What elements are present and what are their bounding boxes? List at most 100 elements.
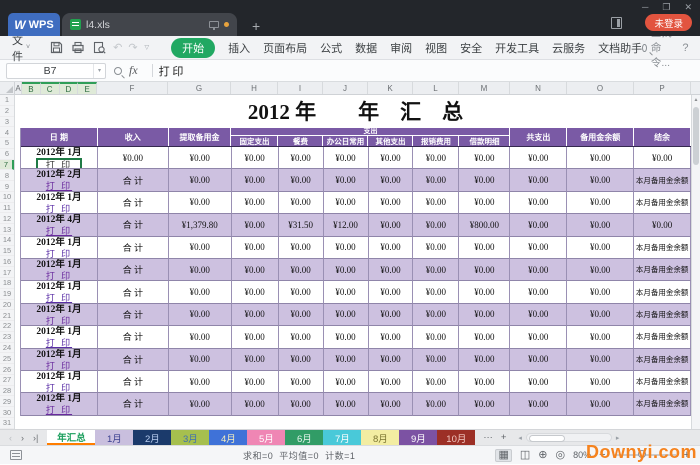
print-button[interactable] xyxy=(71,41,85,55)
print-link[interactable]: 打 印 xyxy=(46,338,72,348)
value-cell[interactable]: ¥0.00 xyxy=(232,326,279,348)
print-link[interactable]: 打 印 xyxy=(46,361,72,371)
header-total-expense[interactable]: 共支出 xyxy=(510,128,567,146)
value-cell[interactable]: ¥0.00 xyxy=(413,237,459,259)
value-cell[interactable]: ¥0.00 xyxy=(510,349,567,371)
value-cell[interactable]: ¥0.00 xyxy=(169,304,232,326)
vertical-scrollbar[interactable]: ▲ xyxy=(691,95,700,429)
date-cell[interactable]: 2012年 1月打 印 xyxy=(21,237,98,259)
value-cell[interactable]: ¥0.00 xyxy=(169,349,232,371)
sheet-tab-2月[interactable]: 2月 xyxy=(133,430,171,445)
value-cell[interactable]: ¥0.00 xyxy=(324,259,369,281)
value-cell[interactable]: ¥0.00 xyxy=(369,393,414,415)
date-cell[interactable]: 2012年 4月打 印 xyxy=(21,214,98,236)
header-expense-col-5[interactable]: 报销费用 xyxy=(413,136,459,146)
ribbon-tab-安全[interactable]: 安全 xyxy=(460,40,482,56)
ribbon-tab-公式[interactable]: 公式 xyxy=(320,40,342,56)
value-cell[interactable]: ¥0.00 xyxy=(324,349,369,371)
row-header-19[interactable]: 19 xyxy=(0,289,14,300)
value-cell[interactable]: 合 计 xyxy=(98,371,169,393)
column-header-O[interactable]: O xyxy=(567,82,634,94)
redo-icon[interactable]: ↷ xyxy=(128,41,137,54)
row-header-3[interactable]: 3 xyxy=(0,117,14,128)
value-cell[interactable]: ¥0.00 xyxy=(279,304,324,326)
value-cell[interactable]: ¥0.00 xyxy=(169,192,232,214)
value-cell[interactable]: ¥0.00 xyxy=(413,214,459,236)
magnifier-icon[interactable] xyxy=(114,67,122,75)
value-cell[interactable]: ¥0.00 xyxy=(459,259,510,281)
value-cell[interactable]: ¥0.00 xyxy=(510,192,567,214)
print-preview-button[interactable] xyxy=(93,41,106,55)
column-header-A[interactable]: A xyxy=(15,82,22,94)
next-sheet-icon[interactable]: › xyxy=(21,433,24,443)
header-expense-col-1[interactable]: 固定支出 xyxy=(231,136,278,146)
value-cell[interactable]: 本月备用金余额 xyxy=(634,393,691,415)
value-cell[interactable]: ¥0.00 xyxy=(510,169,567,191)
column-header-L[interactable]: L xyxy=(413,82,459,94)
value-cell[interactable]: ¥0.00 xyxy=(232,259,279,281)
row-header-27[interactable]: 27 xyxy=(0,375,14,386)
value-cell[interactable]: ¥0.00 xyxy=(459,349,510,371)
row-header-7[interactable]: 7 xyxy=(0,160,14,171)
row-header-6[interactable]: 6 xyxy=(0,149,14,160)
row-header-15[interactable]: 15 xyxy=(0,246,14,257)
row-header-28[interactable]: 28 xyxy=(0,386,14,397)
value-cell[interactable]: ¥0.00 xyxy=(232,214,279,236)
header-income[interactable]: 收入 xyxy=(98,128,169,146)
value-cell[interactable]: ¥0.00 xyxy=(232,393,279,415)
value-cell[interactable]: ¥12.00 xyxy=(324,214,369,236)
column-header-P[interactable]: P xyxy=(634,82,691,94)
save-button[interactable] xyxy=(50,41,63,55)
sidebar-dock-icon[interactable] xyxy=(611,17,622,29)
date-cell[interactable]: 2012年 1月打 印 xyxy=(21,393,98,415)
value-cell[interactable]: ¥0.00 xyxy=(413,326,459,348)
value-cell[interactable]: ¥0.00 xyxy=(510,304,567,326)
header-reserve-balance[interactable]: 备用金余额 xyxy=(567,128,634,146)
value-cell[interactable]: ¥0.00 xyxy=(279,393,324,415)
print-link[interactable]: 打 印 xyxy=(46,226,72,236)
value-cell[interactable]: 本月备用金余额 xyxy=(634,259,691,281)
value-cell[interactable]: ¥0.00 xyxy=(413,349,459,371)
value-cell[interactable]: ¥0.00 xyxy=(369,192,414,214)
row-header-30[interactable]: 30 xyxy=(0,407,14,418)
value-cell[interactable]: ¥0.00 xyxy=(232,192,279,214)
scroll-up-icon[interactable]: ▲ xyxy=(692,95,700,105)
value-cell[interactable]: 本月备用金余额 xyxy=(634,349,691,371)
name-box[interactable]: B7 ▾ xyxy=(6,63,106,79)
value-cell[interactable]: ¥0.00 xyxy=(369,147,414,169)
value-cell[interactable]: ¥0.00 xyxy=(369,304,414,326)
ribbon-tab-数据[interactable]: 数据 xyxy=(355,40,377,56)
date-cell[interactable]: 2012年 1月打 印 xyxy=(21,304,98,326)
value-cell[interactable]: ¥0.00 xyxy=(510,214,567,236)
header-date[interactable]: 日 期 xyxy=(21,128,98,146)
value-cell[interactable]: ¥0.00 xyxy=(324,169,369,191)
more-sheets-button[interactable]: ··· xyxy=(483,432,493,443)
value-cell[interactable]: ¥0.00 xyxy=(232,147,279,169)
header-surplus[interactable]: 结余 xyxy=(634,128,691,146)
wps-home-tab[interactable]: W WPS xyxy=(8,13,60,36)
value-cell[interactable]: ¥0.00 xyxy=(324,393,369,415)
sheet-tab-8月[interactable]: 8月 xyxy=(361,430,399,445)
print-link[interactable]: 打 印 xyxy=(46,293,72,303)
value-cell[interactable]: ¥0.00 xyxy=(169,259,232,281)
value-cell[interactable]: ¥0.00 xyxy=(567,147,634,169)
file-menu-chevron-icon[interactable]: ˅ xyxy=(26,44,30,51)
value-cell[interactable]: ¥0.00 xyxy=(413,393,459,415)
date-cell[interactable]: 2012年 1月打 印 xyxy=(21,192,98,214)
value-cell[interactable]: ¥0.00 xyxy=(459,281,510,303)
value-cell[interactable]: 合 计 xyxy=(98,237,169,259)
value-cell[interactable]: ¥0.00 xyxy=(634,214,691,236)
value-cell[interactable]: ¥0.00 xyxy=(232,237,279,259)
value-cell[interactable]: ¥0.00 xyxy=(510,281,567,303)
row-header-2[interactable]: 2 xyxy=(0,106,14,117)
value-cell[interactable]: ¥0.00 xyxy=(324,371,369,393)
row-header-12[interactable]: 12 xyxy=(0,213,14,224)
row-header-17[interactable]: 17 xyxy=(0,267,14,278)
sheet-tab-7月[interactable]: 7月 xyxy=(323,430,361,445)
ribbon-tab-插入[interactable]: 插入 xyxy=(228,40,250,56)
column-header-I[interactable]: I xyxy=(278,82,323,94)
value-cell[interactable]: ¥0.00 xyxy=(324,147,369,169)
ribbon-tab-文档助手[interactable]: 文档助手 xyxy=(598,40,642,56)
column-header-E[interactable]: E xyxy=(78,82,97,94)
print-link[interactable]: 打 印 xyxy=(46,383,72,393)
